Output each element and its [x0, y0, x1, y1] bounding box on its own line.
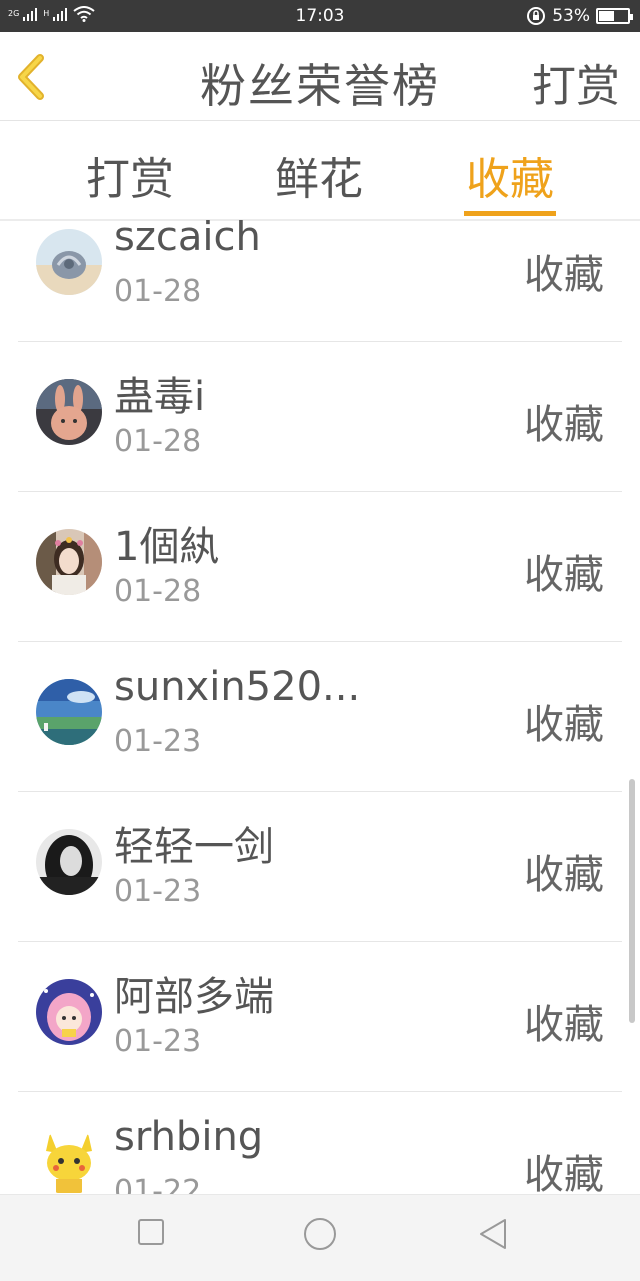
list-item[interactable]: 1個紈 01-28 收藏 — [18, 492, 622, 642]
avatar — [36, 529, 102, 595]
battery-icon — [596, 8, 633, 24]
battery-area: 53% — [526, 6, 633, 26]
reward-button[interactable]: 打赏 — [532, 50, 620, 114]
avatar — [36, 379, 102, 445]
contribution-type: 收藏 — [524, 1002, 604, 1048]
contribution-type: 收藏 — [524, 702, 604, 748]
fan-name: 轻轻一剑 — [114, 824, 274, 870]
list-item[interactable]: szcaich 01-28 收藏 — [18, 220, 622, 342]
avatar — [36, 979, 102, 1045]
home-icon — [304, 1218, 336, 1250]
home-button[interactable] — [303, 1217, 337, 1255]
back-nav-button[interactable] — [478, 1217, 508, 1255]
system-nav-bar — [0, 1194, 640, 1281]
rotation-lock-icon — [527, 7, 546, 25]
fan-name: 1個紈 — [114, 524, 220, 570]
list-item[interactable]: 阿部多端 01-23 收藏 — [18, 942, 622, 1092]
contribution-type: 收藏 — [524, 252, 604, 298]
contribution-type: 收藏 — [524, 552, 604, 598]
fan-name: sunxin520... — [114, 664, 361, 710]
fan-date: 01-28 — [114, 424, 202, 459]
tab-reward[interactable]: 打赏 — [86, 143, 174, 207]
fan-date: 01-23 — [114, 1024, 202, 1059]
fan-date: 01-23 — [114, 724, 202, 759]
avatar — [36, 829, 102, 895]
contribution-type: 收藏 — [524, 852, 604, 898]
avatar — [36, 679, 102, 745]
avatar — [36, 229, 102, 295]
app-header: 粉丝荣誉榜 打赏 — [0, 32, 640, 121]
list-item[interactable]: srhbing 01-22 收藏 — [18, 1092, 622, 1194]
fan-list-viewport[interactable]: szcaich 01-28 收藏 蛊毒i 01-28 收藏 1個紈 01-28 … — [0, 220, 640, 1194]
fan-name: 蛊毒i — [114, 374, 206, 420]
tab-bar: 打赏 鲜花 收藏 — [0, 121, 640, 221]
avatar — [36, 1129, 102, 1194]
tab-flowers[interactable]: 鲜花 — [275, 143, 363, 207]
fan-name: srhbing — [114, 1114, 264, 1160]
scrollbar[interactable] — [629, 779, 635, 1023]
status-bar: 2G H 17:03 53% — [0, 0, 640, 32]
active-tab-indicator — [464, 211, 556, 216]
tab-favorites[interactable]: 收藏 — [466, 143, 554, 207]
battery-level — [599, 11, 614, 21]
fan-date: 01-23 — [114, 874, 202, 909]
fan-date: 01-22 — [114, 1174, 202, 1194]
contribution-type: 收藏 — [524, 1152, 604, 1194]
list-item[interactable]: sunxin520... 01-23 收藏 — [18, 642, 622, 792]
fan-date: 01-28 — [114, 574, 202, 609]
fan-name: szcaich — [114, 220, 261, 260]
back-triangle-icon — [480, 1219, 506, 1249]
fan-name: 阿部多端 — [114, 974, 274, 1020]
contribution-type: 收藏 — [524, 402, 604, 448]
list-item[interactable]: 轻轻一剑 01-23 收藏 — [18, 792, 622, 942]
fan-date: 01-28 — [114, 274, 202, 309]
list-item[interactable]: 蛊毒i 01-28 收藏 — [18, 342, 622, 492]
fan-list: szcaich 01-28 收藏 蛊毒i 01-28 收藏 1個紈 01-28 … — [0, 220, 640, 1194]
battery-percent: 53% — [552, 6, 590, 26]
recent-apps-button[interactable] — [138, 1219, 164, 1249]
recent-apps-icon — [138, 1219, 164, 1245]
